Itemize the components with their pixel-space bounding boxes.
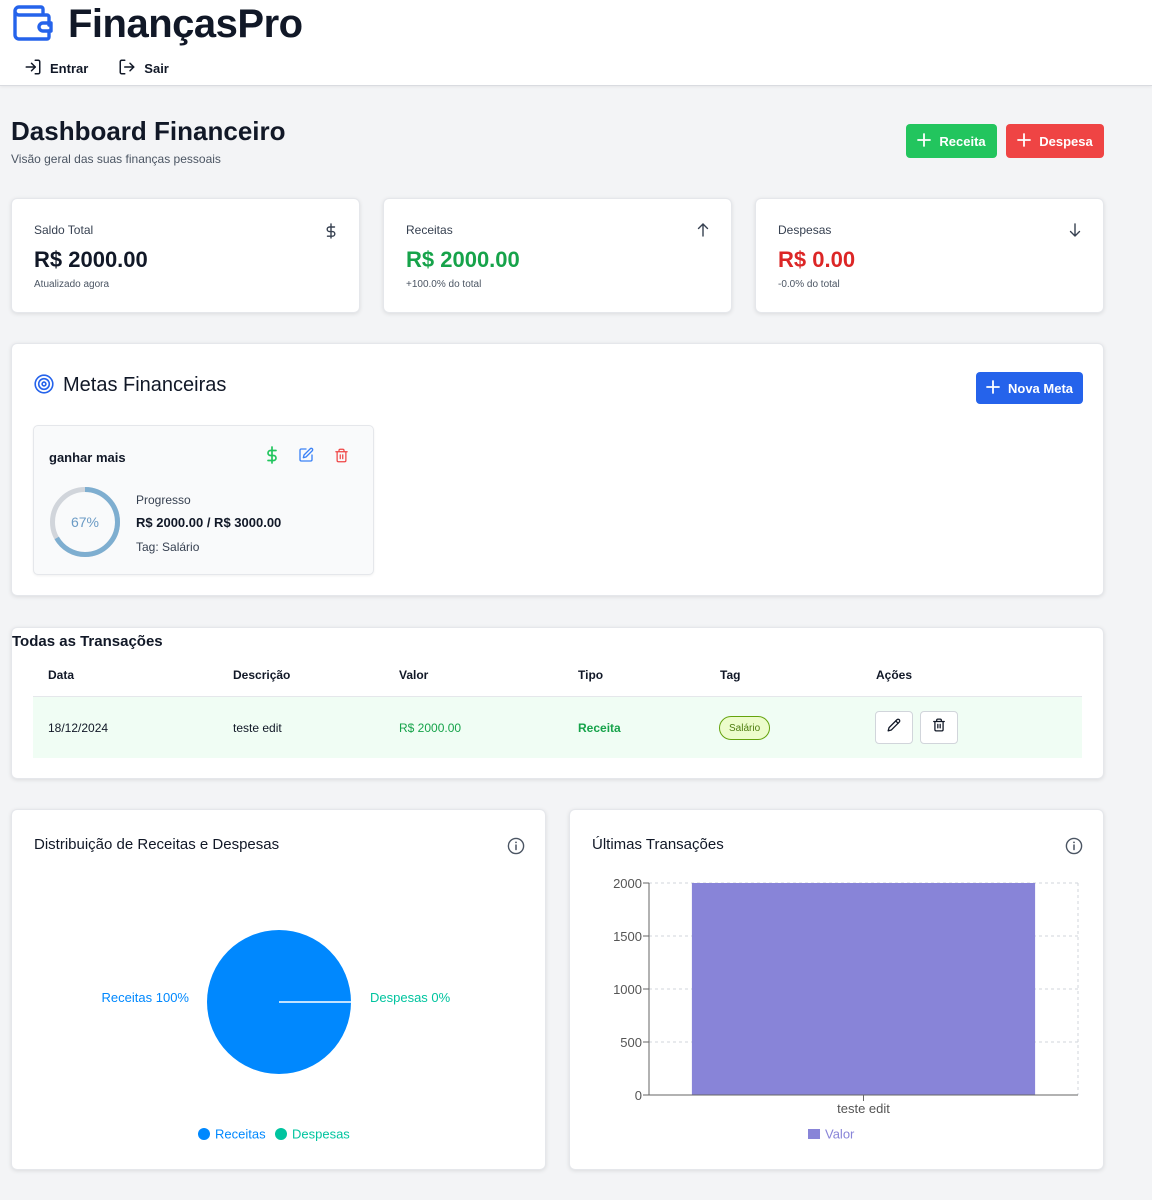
goal-amount: R$ 2000.00 / R$ 3000.00 [136, 515, 282, 530]
legend-label-valor: Valor [825, 1127, 855, 1142]
goal-progress-label: Progresso [136, 493, 191, 507]
legend-marker-valor [808, 1129, 820, 1139]
bar-chart-card: Últimas Transações teste edit 0 500 1000 150… [569, 809, 1104, 1170]
goal-percent: 67% [70, 514, 100, 530]
goal-name: ganhar mais [49, 450, 126, 465]
legend-label-despesas: Despesas [292, 1127, 350, 1142]
goal-actions [266, 446, 349, 469]
stat-card-expense: Despesas R$ 0.00 -0.0% do total [755, 198, 1104, 313]
trash-icon [932, 718, 946, 737]
target-icon [34, 374, 54, 399]
new-goal-button[interactable]: Nova Meta [976, 372, 1083, 404]
cell-date: 18/12/2024 [48, 721, 109, 735]
arrow-up-icon [697, 223, 709, 240]
stat-value: R$ 2000.00 [34, 247, 148, 272]
x-tick-label: teste edit [837, 1101, 890, 1116]
stat-card-balance: Saldo Total R$ 2000.00 Atualizado agora [11, 198, 360, 313]
nav-links: Entrar Sair [24, 58, 169, 79]
cell-value: R$ 2000.00 [399, 721, 462, 735]
arrow-down-icon [1069, 223, 1081, 240]
transactions-card: Todas as Transações Data Descrição Valor… [11, 627, 1104, 779]
y-tick-label: 0 [635, 1088, 642, 1103]
column-header-date: Data [48, 668, 75, 682]
logout-icon [118, 58, 136, 79]
stat-label: Receitas [406, 223, 453, 237]
new-goal-label: Nova Meta [1007, 380, 1074, 396]
logout-label: Sair [144, 61, 169, 76]
pie-label-receitas: Receitas 100% [102, 990, 190, 1005]
pie-chart: Receitas 100% Despesas 0% Receitas Despesas [102, 930, 451, 1142]
y-tick-label: 1500 [613, 929, 642, 944]
edit-transaction-button[interactable] [875, 711, 913, 744]
legend-marker-despesas [275, 1128, 287, 1140]
add-expense-label: Despesa [1039, 133, 1093, 149]
add-income-label: Receita [939, 133, 986, 149]
page-subtitle: Visão geral das suas finanças pessoais [11, 152, 221, 166]
tag-badge: Salário [719, 716, 771, 740]
bar-0 [691, 883, 1036, 1095]
plus-icon [986, 379, 1000, 397]
goals-title: Metas Financeiras [63, 374, 227, 396]
goal-card: ganhar mais 67% Progresso R$ 2000.00 / R… [33, 425, 374, 575]
pie-label-despesas: Despesas 0% [370, 990, 451, 1005]
y-tick-label: 2000 [613, 876, 642, 891]
stat-value: R$ 2000.00 [406, 247, 520, 272]
edit-icon[interactable] [298, 447, 314, 468]
stat-card-income: Receitas R$ 2000.00 +100.0% do total [383, 198, 732, 313]
deposit-dollar-icon[interactable] [266, 446, 278, 469]
y-tick-label: 500 [620, 1035, 642, 1050]
column-header-description: Descrição [233, 668, 291, 682]
stat-note: Atualizado agora [34, 279, 110, 290]
login-icon [24, 58, 42, 79]
plus-icon [1017, 132, 1032, 150]
pencil-icon [887, 718, 901, 737]
cell-description: teste edit [233, 721, 282, 735]
logout-link[interactable]: Sair [118, 58, 169, 79]
delete-transaction-button[interactable] [920, 711, 958, 744]
add-expense-button[interactable]: Despesa [1006, 124, 1104, 158]
cell-type: Receita [578, 721, 621, 735]
stat-note: +100.0% do total [406, 279, 482, 290]
plus-icon [917, 132, 932, 150]
legend-marker-receitas [198, 1128, 210, 1140]
transactions-title: Todas as Transações [12, 633, 163, 650]
stat-value: R$ 0.00 [778, 247, 856, 272]
column-header-value: Valor [399, 668, 429, 682]
top-navbar: FinançasPro Entrar Sair [0, 0, 1152, 86]
dollar-icon [325, 223, 337, 242]
y-tick-label: 1000 [613, 982, 642, 997]
legend-label-receitas: Receitas [215, 1127, 266, 1142]
page-title: Dashboard Financeiro [11, 116, 286, 146]
login-label: Entrar [50, 61, 89, 76]
stat-note: -0.0% do total [778, 279, 840, 290]
column-header-tag: Tag [720, 668, 741, 682]
delete-icon[interactable] [334, 448, 349, 468]
pie-chart-card: Distribuição de Receitas e Despesas Rece… [11, 809, 546, 1170]
stat-label: Despesas [778, 223, 832, 237]
goals-card: Metas Financeiras Nova Meta ganhar mais … [11, 343, 1104, 596]
column-header-type: Tipo [578, 668, 604, 682]
goal-tag: Tag: Salário [136, 540, 200, 554]
stat-label: Saldo Total [34, 223, 94, 237]
login-link[interactable]: Entrar [24, 58, 88, 79]
brand-title: FinançasPro [68, 1, 303, 46]
table-row: 18/12/2024 teste edit R$ 2000.00 Receita… [33, 696, 1082, 758]
brand[interactable]: FinançasPro [12, 0, 303, 48]
add-income-button[interactable]: Receita [906, 124, 997, 158]
bar-chart: teste edit 0 500 1000 1500 2000 Valor [613, 876, 1079, 1142]
column-header-actions: Ações [876, 668, 913, 682]
wallet-icon [12, 3, 54, 45]
